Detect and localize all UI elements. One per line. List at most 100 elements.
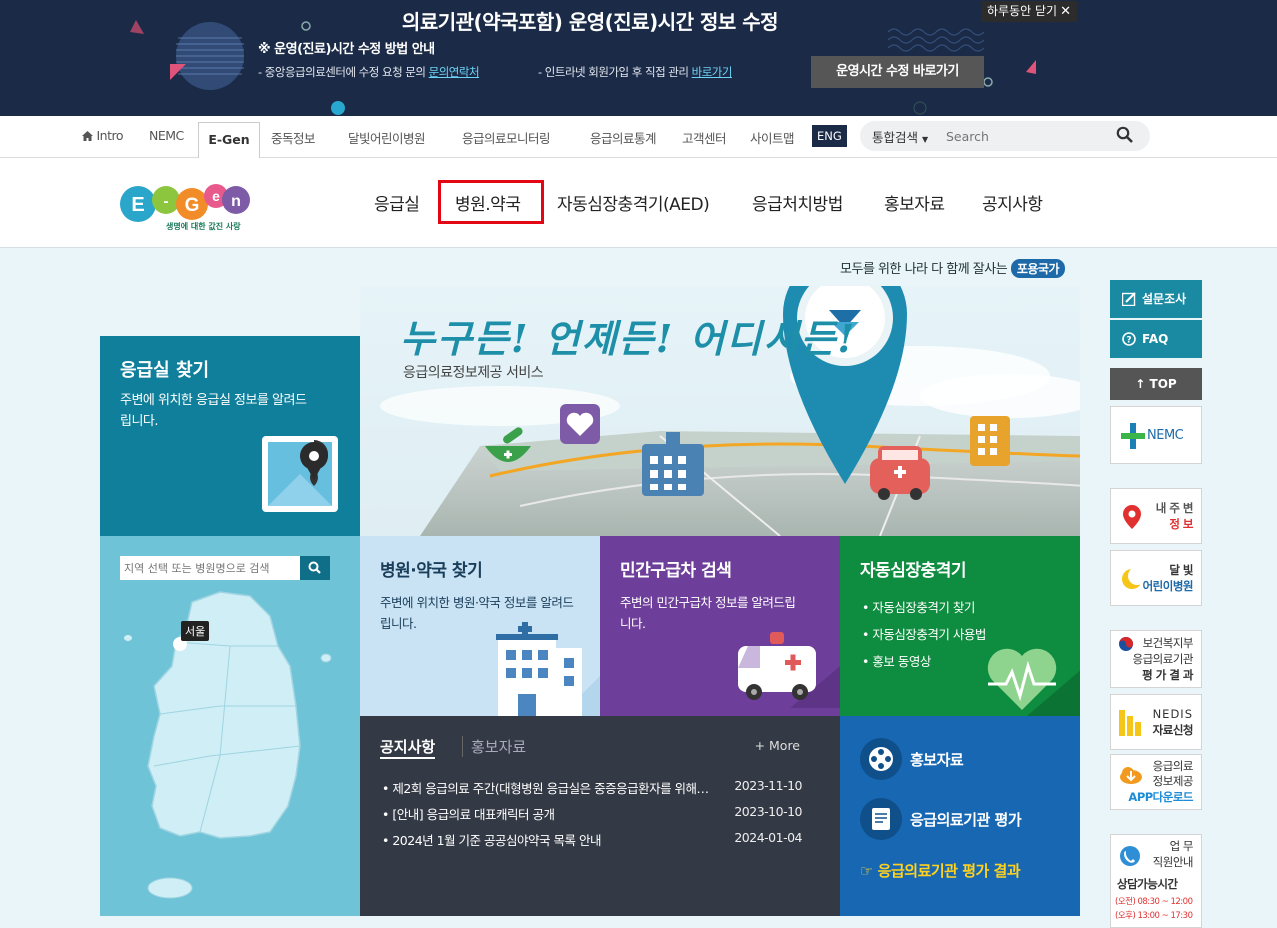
- slogan-badge: 포용국가: [1010, 259, 1065, 278]
- city-label-seoul[interactable]: 서울: [181, 621, 210, 641]
- aed-usage-link[interactable]: • 자동심장충격기 사용법: [862, 621, 986, 648]
- customer-center-link[interactable]: 고객센터: [682, 128, 727, 147]
- region-search-input[interactable]: [120, 556, 298, 580]
- tab-egen[interactable]: E-Gen: [198, 122, 260, 159]
- mohw-evaluation-banner[interactable]: 보건복지부 응급의료기관 평 가 결 과: [1110, 630, 1202, 688]
- nav-promotion[interactable]: 홍보자료: [884, 190, 945, 215]
- moonlight-clinic-link[interactable]: 달빛어린이병원: [348, 128, 426, 147]
- shortcut-link[interactable]: 바로가기: [692, 65, 733, 79]
- notice-title: • 2024년 1월 기준 공공심야약국 목록 안내: [382, 833, 601, 848]
- search-scope-select[interactable]: 통합검색 ▼: [872, 127, 928, 146]
- more-link[interactable]: + More: [755, 738, 800, 753]
- aed-find-link[interactable]: • 자동심장충격기 찾기: [862, 594, 986, 621]
- find-emergency-room-box[interactable]: 응급실 찾기 주변에 위치한 응급실 정보를 알려드립니다.: [100, 336, 360, 544]
- hospital-tile-title: 병원·약국 찾기: [380, 561, 483, 581]
- highlight-box: [438, 180, 544, 224]
- intro-link[interactable]: Intro: [82, 128, 124, 143]
- region-search-button[interactable]: [300, 556, 330, 580]
- search-icon: [1116, 126, 1133, 143]
- utility-bar: Intro NEMC E-Gen 중독정보 달빛어린이병원 응급의료모니터링 응…: [0, 116, 1277, 159]
- egen-logo[interactable]: E - G e n 생명에 대한 값진 사랑: [118, 174, 254, 238]
- app-download-banner[interactable]: 응급의료 정보제공 APP다운로드: [1110, 754, 1202, 810]
- staff-label-line2: 직원안내: [1152, 855, 1194, 869]
- tab-promotional-materials[interactable]: 홍보자료: [462, 736, 526, 757]
- banner-info-line-1: - 중앙응급의료센터에 수정 요청 문의 문의연락처: [258, 64, 480, 80]
- close-for-day-label: 하루동안 닫기: [987, 4, 1058, 18]
- aed-tile[interactable]: 자동심장충격기 • 자동심장충격기 찾기 • 자동심장충격기 사용법 • 홍보 …: [840, 536, 1080, 716]
- nearby-label-line2: 정 보: [1169, 517, 1193, 531]
- intro-label: Intro: [96, 128, 124, 143]
- svg-text:n: n: [231, 193, 241, 210]
- nav-notices[interactable]: 공지사항: [982, 190, 1043, 215]
- staff-label-line1: 업 무: [1169, 839, 1194, 853]
- notice-date: 2023-10-10: [734, 804, 802, 819]
- faq-button[interactable]: ? FAQ: [1110, 320, 1202, 358]
- nemc-label: NEMC: [1147, 428, 1184, 443]
- scroll-top-button[interactable]: ↑ TOP: [1110, 368, 1202, 400]
- nearby-info-banner[interactable]: 내 주 변 정 보: [1110, 488, 1202, 544]
- contact-link[interactable]: 문의연락처: [429, 65, 480, 79]
- logo-tagline: 생명에 대한 값진 사랑: [166, 222, 241, 231]
- nemc-banner[interactable]: NEMC: [1110, 406, 1202, 464]
- main-navigation: E - G e n 생명에 대한 값진 사랑 응급실 병원.약국 자동심장충격기…: [0, 158, 1277, 248]
- er-title: 응급실 찾기: [120, 360, 210, 381]
- search-icon: [308, 561, 321, 574]
- nemc-link[interactable]: NEMC: [149, 128, 184, 143]
- app-label-line3: APP다운로드: [1128, 790, 1193, 804]
- caret-down-icon: ▼: [922, 135, 929, 144]
- nav-emergency-room[interactable]: 응급실: [374, 190, 420, 215]
- hospital-building-icon: [496, 622, 600, 716]
- svg-text:G: G: [185, 195, 200, 216]
- svg-text:e: e: [212, 188, 220, 204]
- search-bar: 통합검색 ▼: [860, 121, 1150, 151]
- nedis-banner[interactable]: NEDIS 자료신청: [1110, 694, 1202, 750]
- private-ambulance-search-tile[interactable]: 민간구급차 검색 주변의 민간구급차 정보를 알려드립니다.: [600, 536, 840, 716]
- consult-hours-pm: (오후) 13:00 ~ 17:30: [1115, 911, 1193, 921]
- survey-label: 설문조사: [1142, 292, 1187, 306]
- survey-button[interactable]: 설문조사: [1110, 280, 1202, 318]
- home-icon: [82, 131, 93, 141]
- moonlight-label-line1: 달 빛: [1169, 563, 1193, 577]
- aed-video-link[interactable]: • 홍보 동영상: [862, 648, 986, 675]
- promotional-materials-label: 홍보자료: [910, 751, 964, 769]
- moon-icon: [1122, 568, 1143, 589]
- aed-menu-list: • 자동심장충격기 찾기 • 자동심장충격기 사용법 • 홍보 동영상: [862, 594, 986, 675]
- statistics-link[interactable]: 응급의료통계: [590, 128, 657, 147]
- hero-title: 누구든! 언제든! 어디서든!: [400, 316, 857, 361]
- english-button[interactable]: ENG: [812, 125, 847, 147]
- ambulance-tile-title: 민간구급차 검색: [620, 561, 732, 581]
- evaluation-results-link[interactable]: ☞ 응급의료기관 평가 결과: [860, 860, 1021, 881]
- aed-tile-title: 자동심장충격기: [860, 561, 966, 581]
- moonlight-clinic-banner[interactable]: 달 빛 어린이병원: [1110, 550, 1202, 606]
- pencil-square-icon: [1122, 292, 1136, 306]
- taegeuk-icon: [1119, 637, 1133, 651]
- notice-title: • [안내] 응급의료 대표캐릭터 공개: [382, 807, 555, 822]
- find-hospital-pharmacy-tile[interactable]: 병원·약국 찾기 주변에 위치한 병원·약국 정보를 알려드립니다.: [360, 536, 600, 716]
- hero-visual: 누구든! 언제든! 어디서든! 응급의료정보제공 서비스: [360, 286, 1080, 536]
- tab-notices[interactable]: 공지사항: [380, 736, 436, 759]
- notice-panel: 공지사항 홍보자료 + More • 제2회 응급의료 주간(대형병원 응급실은…: [360, 716, 840, 916]
- nav-aed[interactable]: 자동심장충격기(AED): [557, 190, 710, 215]
- notice-date: 2023-11-10: [734, 778, 802, 793]
- sitemap-link[interactable]: 사이트맵: [750, 128, 795, 147]
- poison-info-link[interactable]: 중독정보: [271, 128, 316, 147]
- close-for-day-button[interactable]: 하루동안 닫기 ✕: [981, 1, 1077, 22]
- moonlight-label-line2: 어린이병원: [1142, 579, 1194, 593]
- cloud-download-icon: [1120, 767, 1142, 784]
- svg-text:-: -: [164, 193, 169, 210]
- monitoring-link[interactable]: 응급의료모니터링: [462, 128, 551, 147]
- mohw-label-line3: 평 가 결 과: [1142, 668, 1193, 682]
- slogan-text: 모두를 위한 나라 다 함께 잘사는: [840, 262, 1008, 277]
- search-button[interactable]: [1116, 126, 1138, 146]
- nedis-logo-icon: [1119, 710, 1141, 736]
- staff-contact-banner[interactable]: 업 무 직원안내 상담가능시간 (오전) 08:30 ~ 12:00 (오후) …: [1110, 834, 1202, 928]
- svg-text:E: E: [131, 194, 144, 216]
- search-input[interactable]: [946, 127, 1106, 145]
- nav-first-aid[interactable]: 응급처치방법: [752, 190, 843, 215]
- phone-icon: [1120, 846, 1140, 866]
- ambulance-icon: [738, 632, 840, 708]
- er-description: 주변에 위치한 응급실 정보를 알려드립니다.: [120, 393, 307, 429]
- promotion-panel: 홍보자료 응급의료기관 평가 ☞ 응급의료기관 평가 결과: [840, 716, 1080, 916]
- edit-hours-button[interactable]: 운영시간 수정 바로가기: [811, 56, 984, 88]
- korea-map[interactable]: [100, 536, 360, 916]
